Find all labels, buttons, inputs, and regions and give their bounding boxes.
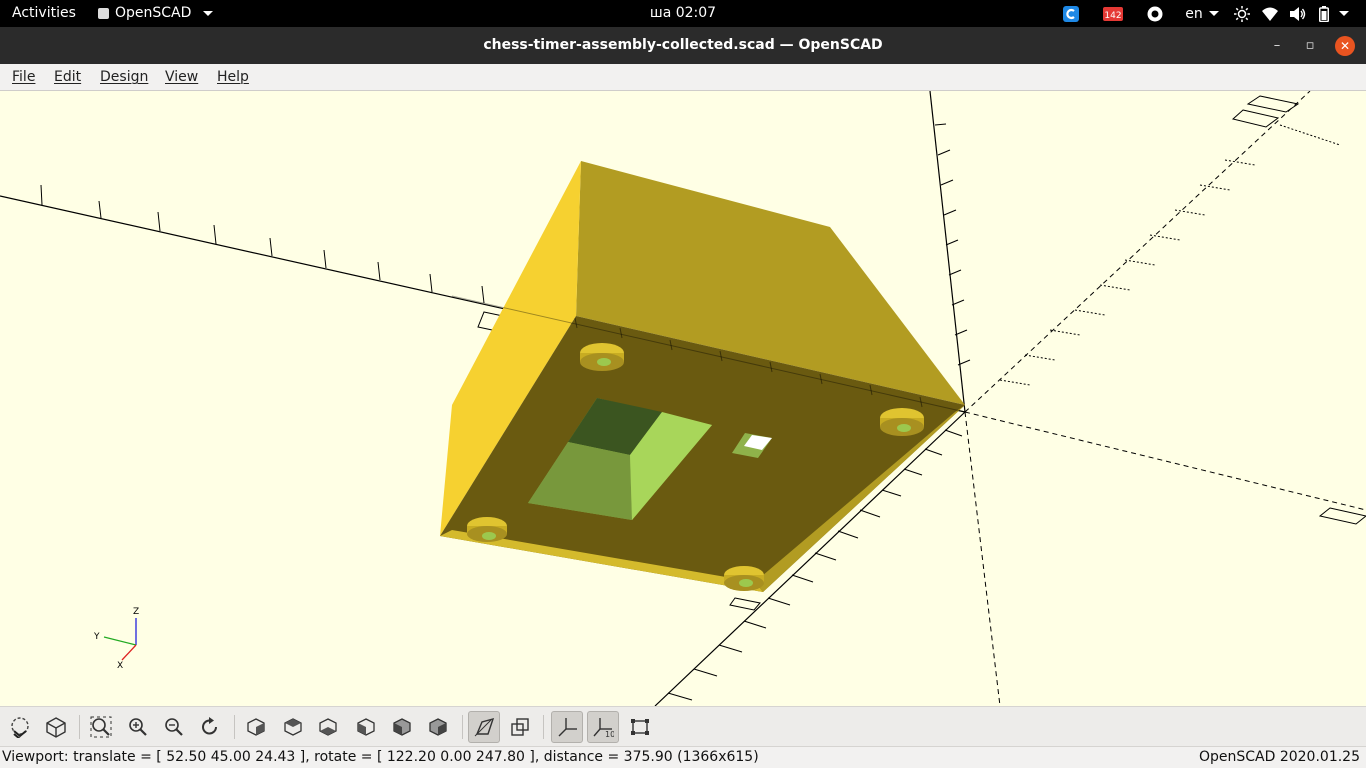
maximize-button[interactable]: ▫ (1300, 36, 1320, 56)
wifi-icon[interactable] (1256, 3, 1284, 24)
zoom-in-icon[interactable] (122, 711, 154, 743)
view-bottom-icon[interactable] (312, 711, 344, 743)
zoom-out-icon[interactable] (158, 711, 190, 743)
menu-bar: File Edit Design View Help (0, 64, 1366, 91)
minimize-icon: – (1273, 38, 1281, 53)
axis-ticks-upper-right (999, 124, 1341, 386)
activities-button[interactable]: Activities (12, 5, 76, 21)
menu-edit[interactable]: Edit (54, 69, 81, 85)
chevron-down-icon (1339, 11, 1349, 16)
reset-view-icon[interactable] (194, 711, 226, 743)
app-menu-label: OpenSCAD (115, 5, 192, 21)
minimize-button[interactable]: – (1267, 36, 1287, 56)
mounting-boss-1 (580, 343, 624, 371)
gizmo-x-axis (121, 644, 137, 661)
close-button[interactable]: ✕ (1335, 36, 1355, 56)
view-all-icon[interactable] (85, 711, 117, 743)
close-icon: ✕ (1339, 39, 1351, 53)
perspective-icon[interactable] (468, 711, 500, 743)
3d-viewport[interactable]: Z Y X (0, 91, 1366, 706)
model-chess-timer (440, 161, 966, 592)
battery-icon[interactable] (1312, 3, 1336, 24)
axis-gizmo: Z Y X (93, 607, 139, 671)
menu-file[interactable]: File (12, 69, 35, 85)
tray-app-c-icon[interactable] (1050, 3, 1092, 24)
system-menu-button[interactable] (1336, 3, 1352, 24)
axis-line-6 (964, 411, 1366, 511)
tray-record-icon[interactable] (1134, 3, 1176, 24)
chevron-down-icon (203, 10, 214, 16)
mounting-boss-3 (467, 517, 507, 542)
axis-ticks-left (40, 184, 541, 316)
volume-icon[interactable] (1284, 3, 1312, 24)
view-top-icon[interactable] (277, 711, 309, 743)
gizmo-y-axis (103, 636, 137, 646)
view-left-icon[interactable] (350, 711, 382, 743)
system-tray: 142 en (1050, 3, 1352, 24)
notification-count: 142 (1104, 11, 1121, 21)
window-title-bar[interactable]: chess-timer-assembly-collected.scad — Op… (0, 27, 1366, 64)
axis-line-4 (964, 91, 1311, 413)
chevron-down-icon (1208, 11, 1219, 16)
view-back-icon[interactable] (422, 711, 454, 743)
svg-text:10: 10 (605, 730, 614, 738)
clock[interactable]: ша 02:07 (650, 5, 716, 21)
viewport-toolbar: 10 (0, 706, 1366, 746)
language-selector[interactable]: en (1176, 3, 1228, 24)
menu-view[interactable]: View (165, 69, 198, 85)
render-icon[interactable] (40, 711, 72, 743)
system-top-bar: Activities OpenSCAD ша 02:07 142 en (0, 0, 1366, 27)
openscad-app-icon (98, 7, 109, 19)
view-right-icon[interactable] (240, 711, 272, 743)
mounting-boss-4 (724, 566, 764, 591)
axis-ticks-vertical (934, 123, 971, 366)
menu-help[interactable]: Help (217, 69, 249, 85)
status-bar: Viewport: translate = [ 52.50 45.00 24.4… (0, 746, 1366, 768)
window-title: chess-timer-assembly-collected.scad — Op… (483, 37, 883, 53)
mounting-boss-2 (880, 408, 924, 436)
viewport-status: Viewport: translate = [ 52.50 45.00 24.4… (2, 749, 759, 765)
app-menu[interactable]: OpenSCAD (98, 5, 214, 21)
gizmo-y-label: Y (93, 632, 100, 642)
show-edges-icon[interactable] (624, 711, 656, 743)
version-label: OpenSCAD 2020.01.25 (1198, 749, 1360, 765)
show-scale-markers-icon[interactable]: 10 (587, 711, 619, 743)
scene: Z Y X (0, 91, 1366, 706)
axis-line-5 (964, 411, 1001, 706)
tray-notification-icon[interactable]: 142 (1092, 3, 1134, 24)
menu-design[interactable]: Design (100, 69, 148, 85)
view-front-icon[interactable] (386, 711, 418, 743)
night-light-icon[interactable] (1228, 3, 1256, 24)
gizmo-z-label: Z (133, 607, 139, 617)
orthogonal-icon[interactable] (504, 711, 536, 743)
gizmo-x-label: X (117, 661, 123, 671)
language-label: en (1185, 5, 1203, 22)
maximize-icon: ▫ (1305, 38, 1315, 53)
show-axes-icon[interactable] (551, 711, 583, 743)
preview-icon[interactable] (4, 711, 36, 743)
